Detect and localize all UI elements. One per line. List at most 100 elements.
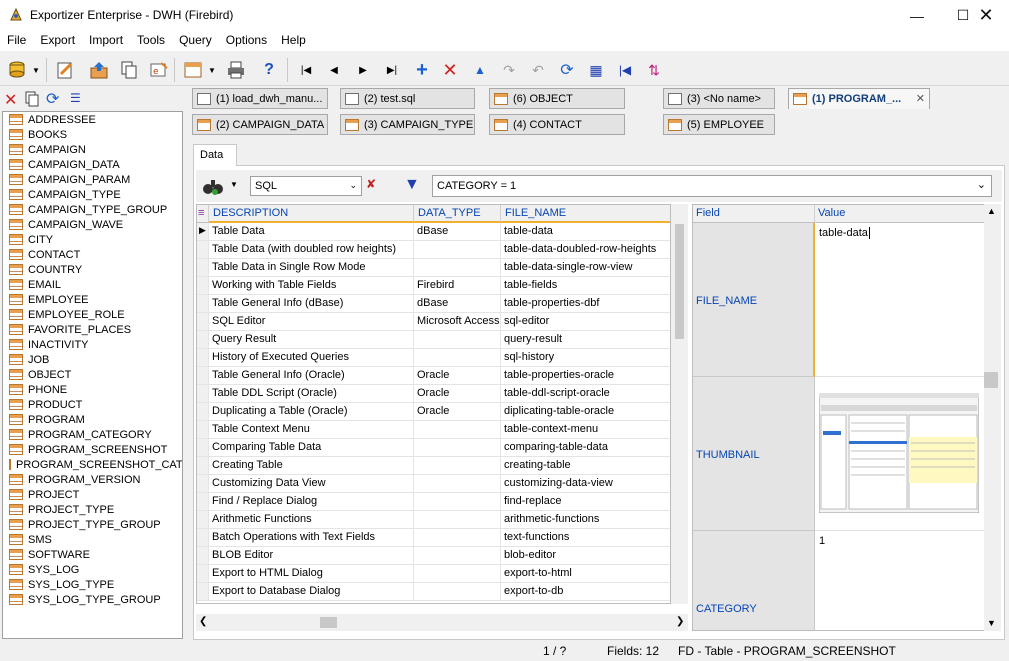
- row-indicator[interactable]: [197, 475, 209, 493]
- scroll-up-icon[interactable]: ▲: [987, 206, 996, 216]
- document-tab[interactable]: (5) EMPLOYEE: [663, 114, 775, 135]
- table-row[interactable]: Table Context Menu table-context-menu: [197, 421, 670, 439]
- column-header-data-type[interactable]: DATA_TYPE: [414, 205, 501, 223]
- document-tab[interactable]: (3) <No name>: [663, 88, 775, 109]
- row-indicator[interactable]: [197, 511, 209, 529]
- refresh-icon[interactable]: ⟳: [556, 59, 578, 81]
- table-cell[interactable]: [414, 331, 501, 349]
- table-list-item[interactable]: PROJECT_TYPE: [3, 502, 182, 517]
- close-tab-icon[interactable]: ✕: [916, 92, 925, 105]
- table-cell[interactable]: [414, 547, 501, 565]
- table-cell[interactable]: diplicating-table-oracle: [501, 403, 670, 421]
- edit-record-icon[interactable]: ▲: [469, 59, 491, 81]
- table-cell[interactable]: table-ddl-script-oracle: [501, 385, 670, 403]
- table-cell[interactable]: dBase: [414, 223, 501, 241]
- menu-help[interactable]: Help: [274, 31, 313, 51]
- table-list-item[interactable]: CAMPAIGN_TYPE: [3, 187, 182, 202]
- tab-data[interactable]: Data: [193, 144, 237, 166]
- table-list-item[interactable]: CONTACT: [3, 247, 182, 262]
- table-list-item[interactable]: CAMPAIGN_WAVE: [3, 217, 182, 232]
- filter-expression-input[interactable]: CATEGORY = 1 ⌄: [432, 175, 992, 197]
- filter-icon[interactable]: ▼: [404, 176, 420, 194]
- table-cell[interactable]: Batch Operations with Text Fields: [209, 529, 414, 547]
- document-tab[interactable]: (6) OBJECT: [489, 88, 625, 109]
- execute-icon[interactable]: e: [148, 59, 170, 81]
- table-list-item[interactable]: EMPLOYEE_ROLE: [3, 307, 182, 322]
- table-cell[interactable]: BLOB Editor: [209, 547, 414, 565]
- row-indicator[interactable]: [197, 547, 209, 565]
- table-list-item[interactable]: CAMPAIGN: [3, 142, 182, 157]
- table-cell[interactable]: Working with Table Fields: [209, 277, 414, 295]
- table-cell[interactable]: [414, 493, 501, 511]
- scroll-left-icon[interactable]: ❮: [199, 616, 207, 627]
- table-cell[interactable]: [414, 565, 501, 583]
- redo-icon[interactable]: ↷: [498, 59, 520, 81]
- table-list-item[interactable]: SYS_LOG_TYPE_GROUP: [3, 592, 182, 607]
- grid-horizontal-scrollbar[interactable]: ❮ ❯: [196, 614, 688, 631]
- grid-icon[interactable]: ▦: [585, 59, 607, 81]
- table-cell[interactable]: Firebird: [414, 277, 501, 295]
- table-row[interactable]: Table Data (with doubled row heights) tab…: [197, 241, 670, 259]
- table-cell[interactable]: Table General Info (Oracle): [209, 367, 414, 385]
- table-cell[interactable]: text-functions: [501, 529, 670, 547]
- table-list-item[interactable]: CAMPAIGN_PARAM: [3, 172, 182, 187]
- record-value-file-name[interactable]: table-data: [815, 223, 986, 377]
- table-cell[interactable]: Table Data: [209, 223, 414, 241]
- row-indicator[interactable]: [197, 241, 209, 259]
- table-cell[interactable]: [414, 511, 501, 529]
- table-cell[interactable]: Oracle: [414, 367, 501, 385]
- table-cell[interactable]: arithmetic-functions: [501, 511, 670, 529]
- table-list-item[interactable]: EMAIL: [3, 277, 182, 292]
- table-list-item[interactable]: CAMPAIGN_TYPE_GROUP: [3, 202, 182, 217]
- sort-icon[interactable]: ⇅: [643, 59, 665, 81]
- table-list-item[interactable]: PHONE: [3, 382, 182, 397]
- table-row[interactable]: Table DDL Script (Oracle) Oracle table-ddl…: [197, 385, 670, 403]
- row-indicator[interactable]: [197, 403, 209, 421]
- table-list-item[interactable]: COUNTRY: [3, 262, 182, 277]
- menu-import[interactable]: Import: [82, 31, 130, 51]
- table-view-icon[interactable]: [182, 59, 204, 81]
- table-cell[interactable]: [414, 349, 501, 367]
- table-cell[interactable]: SQL Editor: [209, 313, 414, 331]
- document-tab[interactable]: (2) test.sql: [340, 88, 475, 109]
- menu-export[interactable]: Export: [33, 31, 82, 51]
- table-row[interactable]: Comparing Table Data comparing-table-data: [197, 439, 670, 457]
- first-record-icon[interactable]: |◀: [295, 59, 317, 81]
- row-indicator[interactable]: [197, 583, 209, 601]
- splitter[interactable]: [184, 88, 189, 640]
- table-list-item[interactable]: SOFTWARE: [3, 547, 182, 562]
- grid-vertical-scrollbar[interactable]: [671, 204, 688, 604]
- scroll-thumb[interactable]: [675, 224, 684, 339]
- table-cell[interactable]: comparing-table-data: [501, 439, 670, 457]
- help-icon[interactable]: ?: [258, 59, 280, 81]
- table-list-item[interactable]: FAVORITE_PLACES: [3, 322, 182, 337]
- refresh-icon[interactable]: ⟳: [46, 89, 59, 109]
- chevron-down-icon[interactable]: ▼: [230, 180, 238, 189]
- row-indicator[interactable]: [197, 565, 209, 583]
- chevron-down-icon[interactable]: ▼: [206, 59, 218, 81]
- table-cell[interactable]: table-properties-oracle: [501, 367, 670, 385]
- print-icon[interactable]: [225, 59, 247, 81]
- menu-tools[interactable]: Tools: [130, 31, 172, 51]
- table-cell[interactable]: blob-editor: [501, 547, 670, 565]
- table-list-item[interactable]: SYS_LOG: [3, 562, 182, 577]
- document-tab[interactable]: (1) PROGRAM_... ✕: [788, 88, 930, 109]
- table-cell[interactable]: Table DDL Script (Oracle): [209, 385, 414, 403]
- row-indicator[interactable]: [197, 295, 209, 313]
- table-cell[interactable]: Export to Database Dialog: [209, 583, 414, 601]
- table-cell[interactable]: [414, 457, 501, 475]
- table-row[interactable]: Duplicating a Table (Oracle) Oracle diplic…: [197, 403, 670, 421]
- table-cell[interactable]: table-context-menu: [501, 421, 670, 439]
- document-tab[interactable]: (1) load_dwh_manu...: [192, 88, 328, 109]
- document-tab[interactable]: (3) CAMPAIGN_TYPE: [340, 114, 475, 135]
- table-row[interactable]: Customizing Data View customizing-data-vi…: [197, 475, 670, 493]
- prior-record-icon[interactable]: ◀: [323, 59, 345, 81]
- table-cell[interactable]: Table General Info (dBase): [209, 295, 414, 313]
- table-cell[interactable]: Microsoft Access: [414, 313, 501, 331]
- table-cell[interactable]: find-replace: [501, 493, 670, 511]
- table-list-item[interactable]: PRODUCT: [3, 397, 182, 412]
- table-list-item[interactable]: PROGRAM_SCREENSHOT: [3, 442, 182, 457]
- table-cell[interactable]: customizing-data-view: [501, 475, 670, 493]
- table-cell[interactable]: Oracle: [414, 385, 501, 403]
- table-cell[interactable]: Arithmetic Functions: [209, 511, 414, 529]
